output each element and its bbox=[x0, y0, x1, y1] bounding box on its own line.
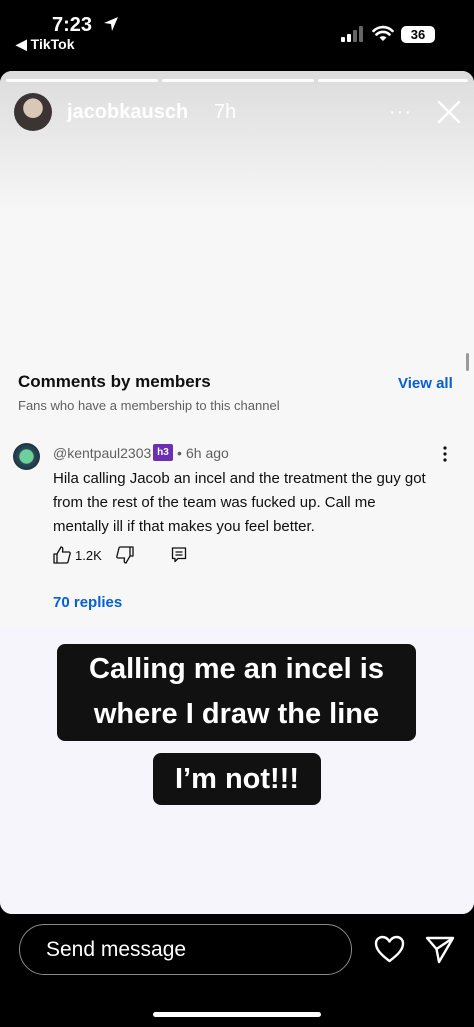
status-bar: 7:23 ◀ TikTok 36 bbox=[0, 0, 474, 64]
story-progress-segment bbox=[318, 79, 468, 82]
comment-time: 6h ago bbox=[186, 445, 229, 461]
story-time-ago: 7h bbox=[214, 101, 237, 123]
separator-dot: • bbox=[177, 445, 182, 461]
send-message-input[interactable]: Send message bbox=[19, 924, 352, 975]
caption-box-main: Calling me an incel is where I draw the … bbox=[57, 644, 416, 741]
scrollbar bbox=[466, 353, 469, 371]
send-message-placeholder: Send message bbox=[46, 938, 187, 961]
member-badge: h3 bbox=[153, 444, 173, 461]
back-to-app-link[interactable]: ◀ TikTok bbox=[16, 36, 74, 53]
heart-icon[interactable] bbox=[374, 935, 405, 963]
comment-text: Hila calling Jacob an incel and the trea… bbox=[53, 470, 426, 535]
thumbs-up-icon bbox=[53, 546, 71, 564]
view-all-link[interactable]: View all bbox=[398, 375, 453, 392]
commenter-avatar bbox=[13, 443, 40, 470]
reply-icon bbox=[171, 547, 187, 563]
story-avatar[interactable] bbox=[14, 93, 52, 131]
wifi-icon bbox=[372, 25, 394, 41]
story-progress-segment bbox=[162, 79, 314, 82]
caption-line: where I draw the line bbox=[93, 698, 380, 730]
commenter-username: @kentpaul2303 bbox=[53, 445, 152, 461]
home-indicator[interactable] bbox=[153, 1012, 321, 1017]
caption-box-secondary: I’m not!!! bbox=[153, 753, 321, 805]
story-card[interactable]: jacobkausch 7h ··· Comments by members F… bbox=[0, 71, 474, 914]
story-username[interactable]: jacobkausch bbox=[67, 101, 188, 124]
status-time: 7:23 bbox=[52, 14, 93, 36]
close-icon[interactable] bbox=[437, 100, 461, 124]
replies-link: 70 replies bbox=[53, 594, 123, 611]
thumbs-down-icon bbox=[116, 546, 134, 564]
more-options-icon[interactable]: ··· bbox=[389, 101, 412, 124]
like-count: 1.2K bbox=[75, 548, 102, 563]
send-icon[interactable] bbox=[425, 936, 455, 964]
comments-section-subtitle: Fans who have a membership to this chann… bbox=[18, 398, 280, 413]
battery-indicator: 36 bbox=[401, 26, 435, 43]
location-arrow-icon bbox=[104, 17, 118, 31]
caption-line: Calling me an incel is bbox=[89, 653, 384, 685]
comment-menu-icon bbox=[443, 446, 447, 462]
story-progress-segment bbox=[6, 79, 158, 82]
cellular-signal-icon bbox=[341, 26, 363, 42]
story-top-gradient bbox=[0, 71, 474, 211]
comments-section-title: Comments by members bbox=[18, 372, 211, 391]
